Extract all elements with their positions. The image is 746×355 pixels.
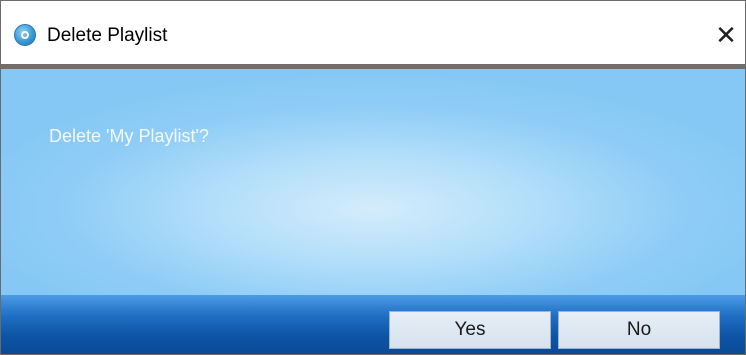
confirm-message: Delete 'My Playlist'? <box>49 126 209 146</box>
dialog-content: Delete 'My Playlist'? <box>1 69 745 295</box>
delete-playlist-dialog: Delete Playlist ✕ Delete 'My Playlist'? … <box>0 0 746 355</box>
no-button[interactable]: No <box>558 311 720 349</box>
window-title: Delete Playlist <box>47 25 168 46</box>
title-bar[interactable]: Delete Playlist ✕ <box>1 1 745 64</box>
button-bar: Yes No <box>1 295 745 354</box>
close-icon[interactable]: ✕ <box>707 17 745 55</box>
app-logo-icon <box>14 24 36 46</box>
yes-button[interactable]: Yes <box>389 311 551 349</box>
